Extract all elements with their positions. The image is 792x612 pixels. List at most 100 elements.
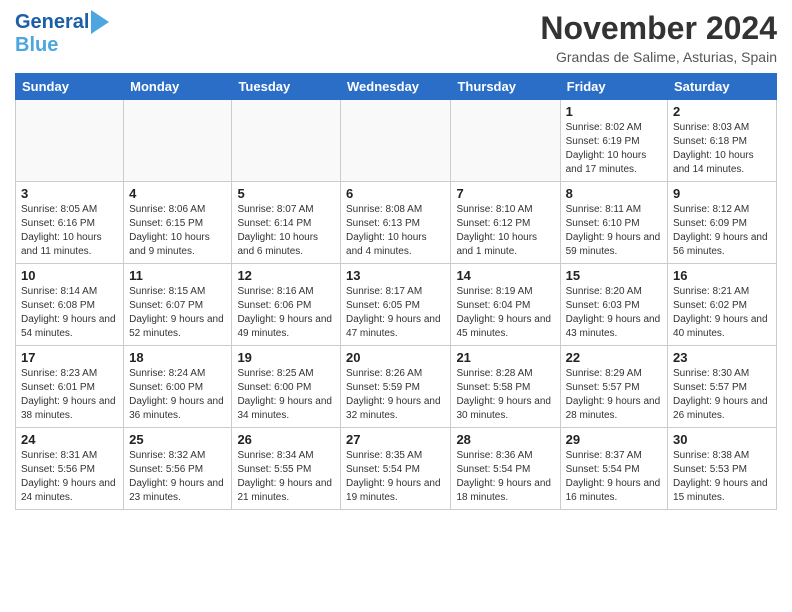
header: General Blue November 2024 Grandas de Sa… bbox=[15, 10, 777, 65]
col-saturday: Saturday bbox=[668, 74, 777, 100]
day-number: 15 bbox=[566, 268, 662, 283]
day-info: Sunrise: 8:29 AMSunset: 5:57 PMDaylight:… bbox=[566, 367, 662, 423]
day-number: 26 bbox=[237, 432, 335, 447]
calendar-cell: 25 Sunrise: 8:32 AMSunset: 5:56 PMDayligh… bbox=[124, 428, 232, 510]
calendar-cell: 7 Sunrise: 8:10 AMSunset: 6:12 PMDaylight… bbox=[451, 182, 560, 264]
calendar-week-row: 1Sunrise: 8:02 AMSunset: 6:19 PMDaylight… bbox=[16, 100, 777, 182]
day-info: Sunrise: 8:30 AMSunset: 5:57 PMDaylight:… bbox=[673, 367, 771, 423]
calendar-cell: 23 Sunrise: 8:30 AMSunset: 5:57 PMDayligh… bbox=[668, 346, 777, 428]
calendar-cell: 22 Sunrise: 8:29 AMSunset: 5:57 PMDayligh… bbox=[560, 346, 667, 428]
calendar-cell bbox=[341, 100, 451, 182]
calendar-cell: 11Sunrise: 8:15 AMSunset: 6:07 PMDayligh… bbox=[124, 264, 232, 346]
logo-text: General bbox=[15, 11, 89, 33]
day-info: Sunrise: 8:20 AMSunset: 6:03 PMDaylight:… bbox=[566, 285, 662, 341]
day-info: Sunrise: 8:19 AMSunset: 6:04 PMDaylight:… bbox=[456, 285, 554, 341]
calendar-cell: 28 Sunrise: 8:36 AMSunset: 5:54 PMDayligh… bbox=[451, 428, 560, 510]
calendar-cell: 1Sunrise: 8:02 AMSunset: 6:19 PMDaylight… bbox=[560, 100, 667, 182]
day-info: Sunrise: 8:21 AMSunset: 6:02 PMDaylight:… bbox=[673, 285, 771, 341]
day-number: 14 bbox=[456, 268, 554, 283]
day-info: Sunrise: 8:36 AMSunset: 5:54 PMDaylight:… bbox=[456, 449, 554, 505]
day-info: Sunrise: 8:37 AMSunset: 5:54 PMDaylight:… bbox=[566, 449, 662, 505]
day-info: Sunrise: 8:34 AMSunset: 5:55 PMDaylight:… bbox=[237, 449, 335, 505]
day-info: Sunrise: 8:26 AMSunset: 5:59 PMDaylight:… bbox=[346, 367, 445, 423]
day-number: 30 bbox=[673, 432, 771, 447]
day-info: Sunrise: 8:08 AMSunset: 6:13 PMDaylight:… bbox=[346, 203, 445, 259]
day-number: 5 bbox=[237, 186, 335, 201]
day-info: Sunrise: 8:23 AMSunset: 6:01 PMDaylight:… bbox=[21, 367, 118, 423]
day-number: 23 bbox=[673, 350, 771, 365]
calendar-cell: 8 Sunrise: 8:11 AMSunset: 6:10 PMDaylight… bbox=[560, 182, 667, 264]
day-number: 7 bbox=[456, 186, 554, 201]
day-number: 10 bbox=[21, 268, 118, 283]
day-info: Sunrise: 8:25 AMSunset: 6:00 PMDaylight:… bbox=[237, 367, 335, 423]
calendar-cell: 30 Sunrise: 8:38 AMSunset: 5:53 PMDayligh… bbox=[668, 428, 777, 510]
calendar-cell: 18Sunrise: 8:24 AMSunset: 6:00 PMDayligh… bbox=[124, 346, 232, 428]
day-info: Sunrise: 8:35 AMSunset: 5:54 PMDaylight:… bbox=[346, 449, 445, 505]
calendar-cell: 21 Sunrise: 8:28 AMSunset: 5:58 PMDayligh… bbox=[451, 346, 560, 428]
col-sunday: Sunday bbox=[16, 74, 124, 100]
day-number: 1 bbox=[566, 104, 662, 119]
calendar-cell: 15 Sunrise: 8:20 AMSunset: 6:03 PMDayligh… bbox=[560, 264, 667, 346]
day-info: Sunrise: 8:31 AMSunset: 5:56 PMDaylight:… bbox=[21, 449, 118, 505]
day-number: 8 bbox=[566, 186, 662, 201]
calendar-cell: 13Sunrise: 8:17 AMSunset: 6:05 PMDayligh… bbox=[341, 264, 451, 346]
day-number: 19 bbox=[237, 350, 335, 365]
day-number: 13 bbox=[346, 268, 445, 283]
day-info: Sunrise: 8:11 AMSunset: 6:10 PMDaylight:… bbox=[566, 203, 662, 259]
calendar-cell: 10 Sunrise: 8:14 AMSunset: 6:08 PMDayligh… bbox=[16, 264, 124, 346]
day-number: 27 bbox=[346, 432, 445, 447]
calendar-cell bbox=[451, 100, 560, 182]
calendar-cell: 14 Sunrise: 8:19 AMSunset: 6:04 PMDayligh… bbox=[451, 264, 560, 346]
col-monday: Monday bbox=[124, 74, 232, 100]
calendar-cell: 17Sunrise: 8:23 AMSunset: 6:01 PMDayligh… bbox=[16, 346, 124, 428]
calendar-cell bbox=[232, 100, 341, 182]
day-number: 4 bbox=[129, 186, 226, 201]
calendar-cell bbox=[124, 100, 232, 182]
day-number: 20 bbox=[346, 350, 445, 365]
calendar-week-row: 3Sunrise: 8:05 AMSunset: 6:16 PMDaylight… bbox=[16, 182, 777, 264]
calendar-cell: 20 Sunrise: 8:26 AMSunset: 5:59 PMDayligh… bbox=[341, 346, 451, 428]
day-info: Sunrise: 8:07 AMSunset: 6:14 PMDaylight:… bbox=[237, 203, 335, 259]
calendar-cell: 29 Sunrise: 8:37 AMSunset: 5:54 PMDayligh… bbox=[560, 428, 667, 510]
day-info: Sunrise: 8:03 AMSunset: 6:18 PMDaylight:… bbox=[673, 121, 771, 177]
day-info: Sunrise: 8:28 AMSunset: 5:58 PMDaylight:… bbox=[456, 367, 554, 423]
day-info: Sunrise: 8:10 AMSunset: 6:12 PMDaylight:… bbox=[456, 203, 554, 259]
calendar-cell: 27 Sunrise: 8:35 AMSunset: 5:54 PMDayligh… bbox=[341, 428, 451, 510]
col-friday: Friday bbox=[560, 74, 667, 100]
day-number: 22 bbox=[566, 350, 662, 365]
day-info: Sunrise: 8:24 AMSunset: 6:00 PMDaylight:… bbox=[129, 367, 226, 423]
col-tuesday: Tuesday bbox=[232, 74, 341, 100]
col-wednesday: Wednesday bbox=[341, 74, 451, 100]
calendar-cell bbox=[16, 100, 124, 182]
day-number: 25 bbox=[129, 432, 226, 447]
day-number: 28 bbox=[456, 432, 554, 447]
day-number: 2 bbox=[673, 104, 771, 119]
day-number: 29 bbox=[566, 432, 662, 447]
calendar-cell: 6 Sunrise: 8:08 AMSunset: 6:13 PMDaylight… bbox=[341, 182, 451, 264]
calendar-cell: 19 Sunrise: 8:25 AMSunset: 6:00 PMDayligh… bbox=[232, 346, 341, 428]
day-number: 16 bbox=[673, 268, 771, 283]
col-thursday: Thursday bbox=[451, 74, 560, 100]
day-number: 9 bbox=[673, 186, 771, 201]
calendar-cell: 12Sunrise: 8:16 AMSunset: 6:06 PMDayligh… bbox=[232, 264, 341, 346]
day-info: Sunrise: 8:32 AMSunset: 5:56 PMDaylight:… bbox=[129, 449, 226, 505]
calendar-cell: 16 Sunrise: 8:21 AMSunset: 6:02 PMDayligh… bbox=[668, 264, 777, 346]
calendar-week-row: 10 Sunrise: 8:14 AMSunset: 6:08 PMDayligh… bbox=[16, 264, 777, 346]
calendar-cell: 24 Sunrise: 8:31 AMSunset: 5:56 PMDayligh… bbox=[16, 428, 124, 510]
calendar-cell: 9 Sunrise: 8:12 AMSunset: 6:09 PMDaylight… bbox=[668, 182, 777, 264]
day-number: 21 bbox=[456, 350, 554, 365]
calendar-cell: 4Sunrise: 8:06 AMSunset: 6:15 PMDaylight… bbox=[124, 182, 232, 264]
logo: General Blue bbox=[15, 10, 109, 56]
day-number: 24 bbox=[21, 432, 118, 447]
calendar-week-row: 24 Sunrise: 8:31 AMSunset: 5:56 PMDayligh… bbox=[16, 428, 777, 510]
calendar-week-row: 17Sunrise: 8:23 AMSunset: 6:01 PMDayligh… bbox=[16, 346, 777, 428]
day-number: 6 bbox=[346, 186, 445, 201]
calendar-cell: 26 Sunrise: 8:34 AMSunset: 5:55 PMDayligh… bbox=[232, 428, 341, 510]
day-info: Sunrise: 8:05 AMSunset: 6:16 PMDaylight:… bbox=[21, 203, 118, 259]
title-section: November 2024 Grandas de Salime, Asturia… bbox=[540, 10, 777, 65]
day-info: Sunrise: 8:12 AMSunset: 6:09 PMDaylight:… bbox=[673, 203, 771, 259]
day-info: Sunrise: 8:14 AMSunset: 6:08 PMDaylight:… bbox=[21, 285, 118, 341]
calendar-cell: 2 Sunrise: 8:03 AMSunset: 6:18 PMDaylight… bbox=[668, 100, 777, 182]
day-info: Sunrise: 8:38 AMSunset: 5:53 PMDaylight:… bbox=[673, 449, 771, 505]
day-info: Sunrise: 8:15 AMSunset: 6:07 PMDaylight:… bbox=[129, 285, 226, 341]
